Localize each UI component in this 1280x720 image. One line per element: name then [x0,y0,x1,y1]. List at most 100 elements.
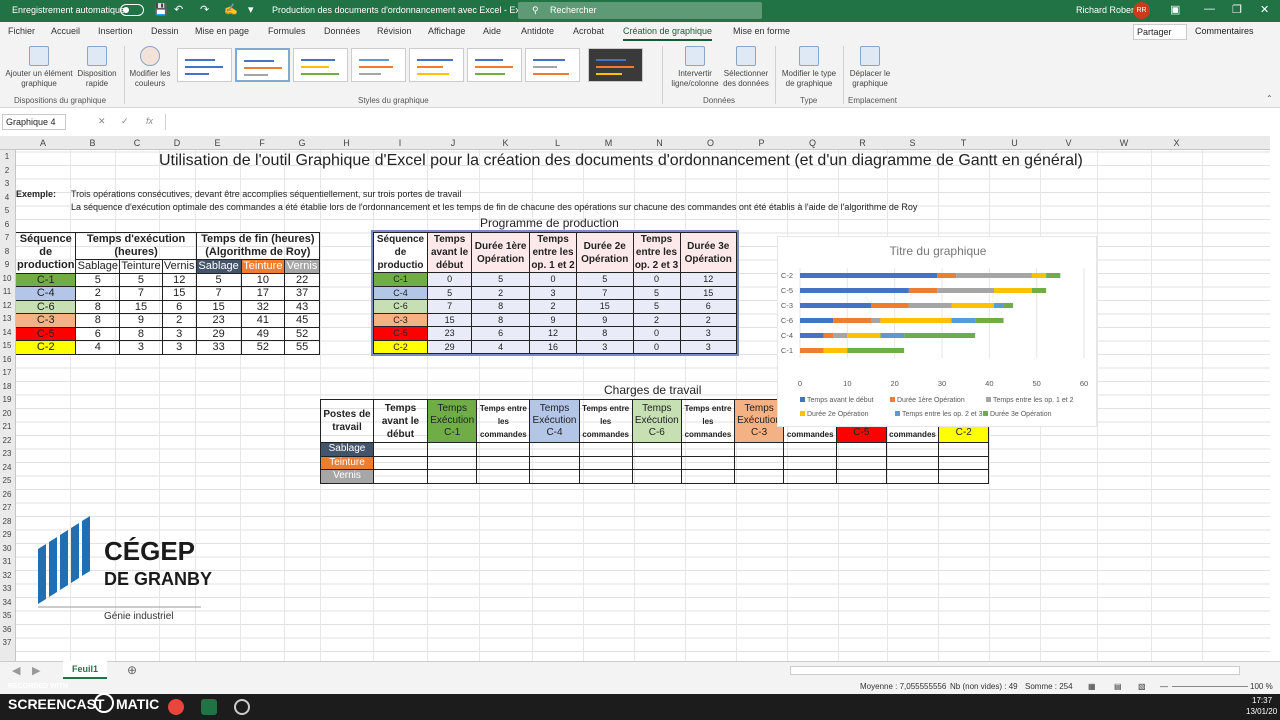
row-header-33[interactable]: 33 [0,584,14,593]
horizontal-scrollbar[interactable] [790,666,1240,675]
col-d[interactable]: D [159,138,195,148]
poste-vernis[interactable]: Vernis [320,469,374,484]
col-s[interactable]: S [887,138,938,148]
row-header-10[interactable]: 10 [0,274,14,283]
order-c6[interactable]: C-6 [373,299,428,314]
order-c1[interactable]: C-1 [373,272,428,287]
col-b[interactable]: B [70,138,115,148]
col-r[interactable]: R [838,138,887,148]
row-header-12[interactable]: 12 [0,301,14,310]
row-header-23[interactable]: 23 [0,449,14,458]
chart-style-1[interactable] [177,48,232,82]
cell[interactable]: 33 [195,340,242,355]
cell[interactable]: 10 [240,272,286,287]
autosave-toggle[interactable] [120,4,144,16]
add-sheet-icon[interactable]: ⊕ [127,663,137,677]
cell[interactable]: 6 [75,326,121,341]
cell[interactable]: 5 [576,272,634,287]
cell[interactable]: 23 [195,313,242,328]
col-o[interactable]: O [685,138,736,148]
tab-insertion[interactable]: Insertion [98,26,133,36]
row-header-36[interactable]: 36 [0,625,14,634]
poste-teinture[interactable]: Teinture [320,455,374,470]
cell[interactable]: 3 [529,285,578,300]
row-header-31[interactable]: 31 [0,557,14,566]
page-break-icon[interactable]: ▧ [1138,682,1146,691]
zoom-level[interactable]: 100 % [1250,682,1273,691]
col-a[interactable]: A [16,138,70,148]
col-n[interactable]: N [634,138,685,148]
cell[interactable]: 2 [75,286,121,301]
share-button[interactable]: Partager [1133,24,1187,40]
cell[interactable]: 3 [161,326,197,341]
row-header-2[interactable]: 2 [0,166,14,175]
row-header-18[interactable]: 18 [0,382,14,391]
row-header-37[interactable]: 37 [0,638,14,647]
cell[interactable]: 9 [576,312,634,327]
name-box[interactable]: Graphique 4 [2,114,66,130]
row-header-19[interactable]: 19 [0,395,14,404]
row-header-32[interactable]: 32 [0,571,14,580]
avatar[interactable]: RR [1133,2,1150,19]
cell[interactable]: 12 [679,272,737,287]
row-header-1[interactable]: 1 [0,152,14,161]
row-header-25[interactable]: 25 [0,476,14,485]
page-layout-icon[interactable]: ▤ [1114,682,1122,691]
col-m[interactable]: M [583,138,634,148]
select-data-button[interactable]: Sélectionner des données [720,46,772,89]
close-icon[interactable]: ✕ [1260,3,1269,16]
cell[interactable]: 45 [284,313,320,328]
chart-style-2[interactable] [235,48,290,82]
cell[interactable]: 12 [161,272,197,287]
cell[interactable]: 22 [284,272,320,287]
cell[interactable]: 4 [75,340,121,355]
row-header-16[interactable]: 16 [0,355,14,364]
cell[interactable]: 15 [576,299,634,314]
switch-row-column-button[interactable]: Intervertir ligne/colonne [666,46,724,89]
excel-icon[interactable] [201,699,217,715]
tab-formules[interactable]: Formules [268,26,306,36]
order-c6[interactable]: C-6 [14,299,77,314]
row-header-24[interactable]: 24 [0,463,14,472]
cell[interactable]: 6 [161,299,197,314]
zoom-slider[interactable] [1172,686,1248,687]
save-icon[interactable]: 💾 [154,3,168,16]
quick-layout-button[interactable]: Disposition rapide [74,46,120,89]
cell[interactable]: 8 [576,326,634,341]
enter-icon[interactable]: ✓ [121,116,129,127]
col-h[interactable]: H [320,138,373,148]
cell[interactable]: 5 [195,272,242,287]
order-c3[interactable]: C-3 [14,313,77,328]
cell[interactable]: 15 [426,312,473,327]
chart-style-8[interactable] [588,48,643,82]
ribbon-display-icon[interactable]: ▣ [1170,3,1180,16]
chart-style-5[interactable] [409,48,464,82]
cell[interactable]: 8 [471,299,531,314]
cell[interactable]: 2 [632,312,681,327]
restore-icon[interactable]: ❐ [1232,3,1242,16]
tab-acrobat[interactable]: Acrobat [573,26,604,36]
minimize-icon[interactable]: — [1204,3,1215,15]
col-x[interactable]: X [1151,138,1202,148]
cell[interactable]: 2 [471,285,531,300]
cell[interactable]: 7 [119,286,163,301]
cell[interactable]: 5 [632,299,681,314]
tab-fichier[interactable]: Fichier [8,26,35,36]
col-j[interactable]: J [427,138,479,148]
cell[interactable]: 17 [240,286,286,301]
user-name[interactable]: Richard Robert [1076,5,1137,15]
cell[interactable]: 5 [471,272,531,287]
order-c5[interactable]: C-5 [373,326,428,341]
order-c3[interactable]: C-3 [373,312,428,327]
col-g[interactable]: G [284,138,320,148]
chart-style-6[interactable] [467,48,522,82]
row-header-11[interactable]: 11 [0,287,14,296]
tab-dessin[interactable]: Dessin [151,26,179,36]
tab-accueil[interactable]: Accueil [51,26,80,36]
row-header-35[interactable]: 35 [0,611,14,620]
cell[interactable]: 0 [632,326,681,341]
tab-donnees[interactable]: Données [324,26,360,36]
prev-sheet-icon[interactable]: ◀ [12,664,20,677]
cell[interactable]: 52 [284,326,320,341]
search-box[interactable]: ⚲ Rechercher [518,2,762,19]
